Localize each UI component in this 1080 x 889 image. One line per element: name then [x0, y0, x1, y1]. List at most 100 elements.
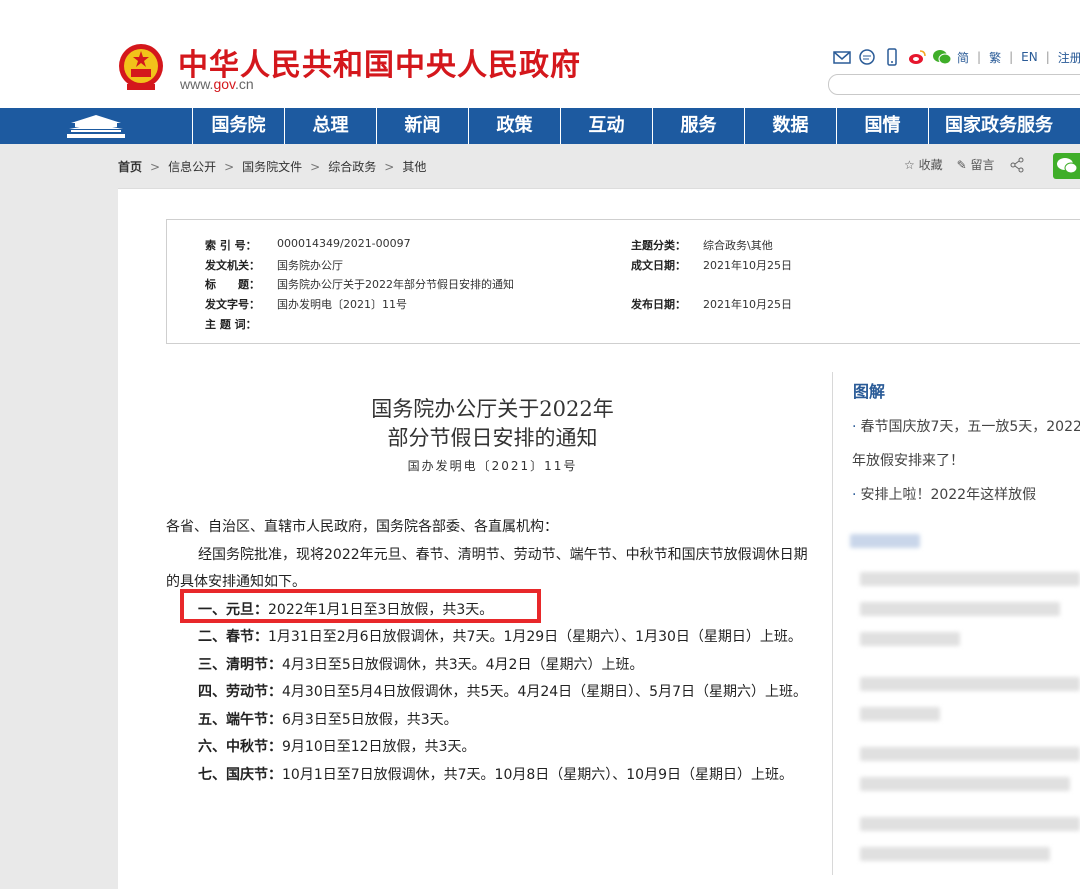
blurred-line [850, 534, 920, 548]
holiday-label: 六、中秋节： [198, 739, 282, 755]
holiday-item-qingming: 三、清明节：4月3日至5日放假调休，共3天。4月2日（星期六）上班。 [166, 652, 811, 680]
meta-value: 国务院办公厅 [277, 259, 343, 272]
meta-row-issuer: 发文机关： 国务院办公厅 [205, 257, 343, 273]
sidebar-list: · 春节国庆放7天，五一放5天，2022年放假安排来了！ · 安排上啦！2022年这… [852, 410, 1080, 512]
star-icon: ☆ [904, 158, 915, 172]
main-nav: 国务院 总理 新闻 政策 互动 服务 数据 国情 国家政务服务 [0, 108, 1080, 144]
nav-item-services[interactable]: 服务 [653, 108, 745, 144]
nav-item-gov-services[interactable]: 国家政务服务 [929, 108, 1069, 144]
meta-value: 000014349/2021-00097 [277, 237, 411, 250]
pencil-icon: ✎ [956, 158, 967, 172]
mobile-icon[interactable] [882, 48, 902, 66]
weibo-icon[interactable] [907, 48, 927, 66]
site-url-suffix: .cn [235, 76, 254, 92]
meta-value: 2021年10月25日 [703, 298, 792, 311]
holiday-label: 五、端午节： [198, 711, 282, 728]
nav-item-state-council[interactable]: 国务院 [193, 108, 285, 144]
holiday-label: 三、清明节： [198, 656, 282, 673]
meta-label: 发文机关： [205, 259, 260, 272]
meta-row-published-date: 发布日期： 2021年10月25日 [631, 296, 792, 312]
blurred-line [860, 572, 1080, 586]
holiday-text: 4月30日至5月4日放假调休，共5天。4月24日（星期日）、5月7日（星期六）上… [282, 684, 807, 700]
holiday-text: 1月31日至2月6日放假调休，共7天。1月29日（星期六）、1月30日（星期日）… [268, 629, 802, 645]
sidebar-link-text: 安排上啦！2022年这样放假 [860, 487, 1037, 503]
wechat-share-button[interactable] [1053, 153, 1080, 179]
comment-button[interactable]: ✎ 留言 [957, 156, 995, 173]
nav-item-premier[interactable]: 总理 [285, 108, 377, 144]
message-icon[interactable] [857, 48, 877, 66]
blurred-line [860, 817, 1080, 831]
breadcrumb-general-affairs[interactable]: 综合政务 [328, 158, 376, 175]
wechat-icon[interactable] [932, 48, 952, 66]
site-url[interactable]: www.gov.cn [180, 76, 254, 92]
mail-icon[interactable] [832, 48, 852, 66]
holiday-label: 二、春节： [198, 629, 268, 645]
page-actions: ☆ 收藏 ✎ 留言 [904, 156, 1025, 173]
blurred-line [860, 707, 940, 721]
favorite-label: 收藏 [918, 158, 943, 172]
lang-simplified[interactable]: 简 [957, 49, 969, 66]
divider: | [977, 50, 982, 64]
breadcrumb-info-public[interactable]: 信息公开 [168, 158, 216, 175]
blurred-line [860, 632, 960, 646]
sidebar-link-text: 春节国庆放7天，五一放5天，2022年放假安排来了！ [852, 419, 1080, 469]
meta-value: 2021年10月25日 [703, 259, 792, 272]
register-link[interactable]: 注册 [1058, 49, 1080, 66]
meta-label: 发文字号： [205, 298, 260, 311]
nav-item-policy[interactable]: 政策 [469, 108, 561, 144]
wechat-icon [1057, 158, 1078, 174]
meta-value: 国办发明电〔2021〕11号 [277, 298, 407, 311]
meta-label: 主 题 词： [205, 318, 257, 331]
nav-item-news[interactable]: 新闻 [377, 108, 469, 144]
lang-english[interactable]: EN [1021, 50, 1038, 64]
bullet-icon: · [852, 419, 857, 435]
nav-item-interaction[interactable]: 互动 [561, 108, 653, 144]
breadcrumb-state-council-docs[interactable]: 国务院文件 [242, 158, 302, 175]
document-number: 国办发明电〔2021〕11号 [407, 459, 578, 473]
nav-home-button[interactable] [0, 108, 193, 144]
meta-row-topic: 主题分类： 综合政务\其他 [631, 237, 773, 253]
site-url-prefix: www. [180, 76, 214, 92]
meta-row-written-date: 成文日期： 2021年10月25日 [631, 257, 792, 273]
lang-traditional[interactable]: 繁 [989, 49, 1001, 66]
salutation: 各省、自治区、直辖市人民政府，国务院各部委、各直属机构： [166, 519, 558, 535]
blurred-sidebar-content [850, 532, 1080, 877]
document-body: 各省、自治区、直辖市人民政府，国务院各部委、各直属机构： 经国务院批准，现将20… [166, 514, 811, 789]
sidebar-link[interactable]: · 安排上啦！2022年这样放假 [852, 478, 1080, 512]
document-title: 国务院办公厅关于2022年 部分节假日安排的通知 [174, 395, 811, 453]
divider: | [1009, 50, 1014, 64]
favorite-button[interactable]: ☆ 收藏 [904, 156, 943, 173]
nav-item-data[interactable]: 数据 [745, 108, 837, 144]
document-header: 国务院办公厅关于2022年 部分节假日安排的通知 国办发明电〔2021〕11号 [166, 395, 811, 474]
meta-row-keywords: 主 题 词： [205, 316, 277, 332]
search-input[interactable] [828, 74, 1080, 95]
tiananmen-icon [67, 115, 125, 138]
holiday-label: 四、劳动节： [198, 684, 282, 700]
holiday-text: 10月1日至7日放假调休，共7天。10月8日（星期六）、10月9日（星期日）上班… [282, 766, 793, 783]
holiday-item-national-day: 七、国庆节：10月1日至7日放假调休，共7天。10月8日（星期六）、10月9日（… [166, 762, 811, 790]
meta-label: 成文日期： [631, 259, 686, 272]
blurred-line [860, 847, 1050, 861]
meta-label: 发布日期： [631, 298, 686, 311]
share-icon[interactable] [1009, 157, 1025, 173]
holiday-label: 七、国庆节： [198, 766, 282, 783]
national-emblem-icon[interactable] [117, 42, 165, 94]
chevron-right-icon: > [310, 159, 321, 174]
meta-row-doc-number: 发文字号： 国办发明电〔2021〕11号 [205, 296, 407, 312]
nav-item-national-info[interactable]: 国情 [837, 108, 929, 144]
sidebar-link[interactable]: · 春节国庆放7天，五一放5天，2022年放假安排来了！ [852, 410, 1080, 478]
holiday-text: 9月10日至12日放假，共3天。 [282, 739, 476, 755]
document-meta-table: 索 引 号： 000014349/2021-00097 发文机关： 国务院办公厅 标… [166, 219, 1080, 344]
holiday-item-dragon-boat: 五、端午节：6月3日至5日放假，共3天。 [166, 707, 811, 735]
holiday-text: 4月3日至5日放假调休，共3天。4月2日（星期六）上班。 [282, 656, 644, 673]
document-title-line1: 国务院办公厅关于2022年 [371, 397, 614, 421]
top-toolbar: 简 | 繁 | EN | 注册 [832, 46, 1080, 68]
holiday-item-labor-day: 四、劳动节：4月30日至5月4日放假调休，共5天。4月24日（星期日）、5月7日… [166, 679, 811, 707]
breadcrumb-home[interactable]: 首页 [118, 158, 142, 175]
meta-label: 索 引 号： [205, 239, 257, 252]
blurred-line [860, 602, 1060, 616]
meta-row-index: 索 引 号： 000014349/2021-00097 [205, 237, 411, 253]
breadcrumb-other[interactable]: 其他 [402, 158, 426, 175]
meta-value: 国务院办公厅关于2022年部分节假日安排的通知 [277, 278, 514, 291]
sidebar-title: 图解 [853, 382, 886, 401]
